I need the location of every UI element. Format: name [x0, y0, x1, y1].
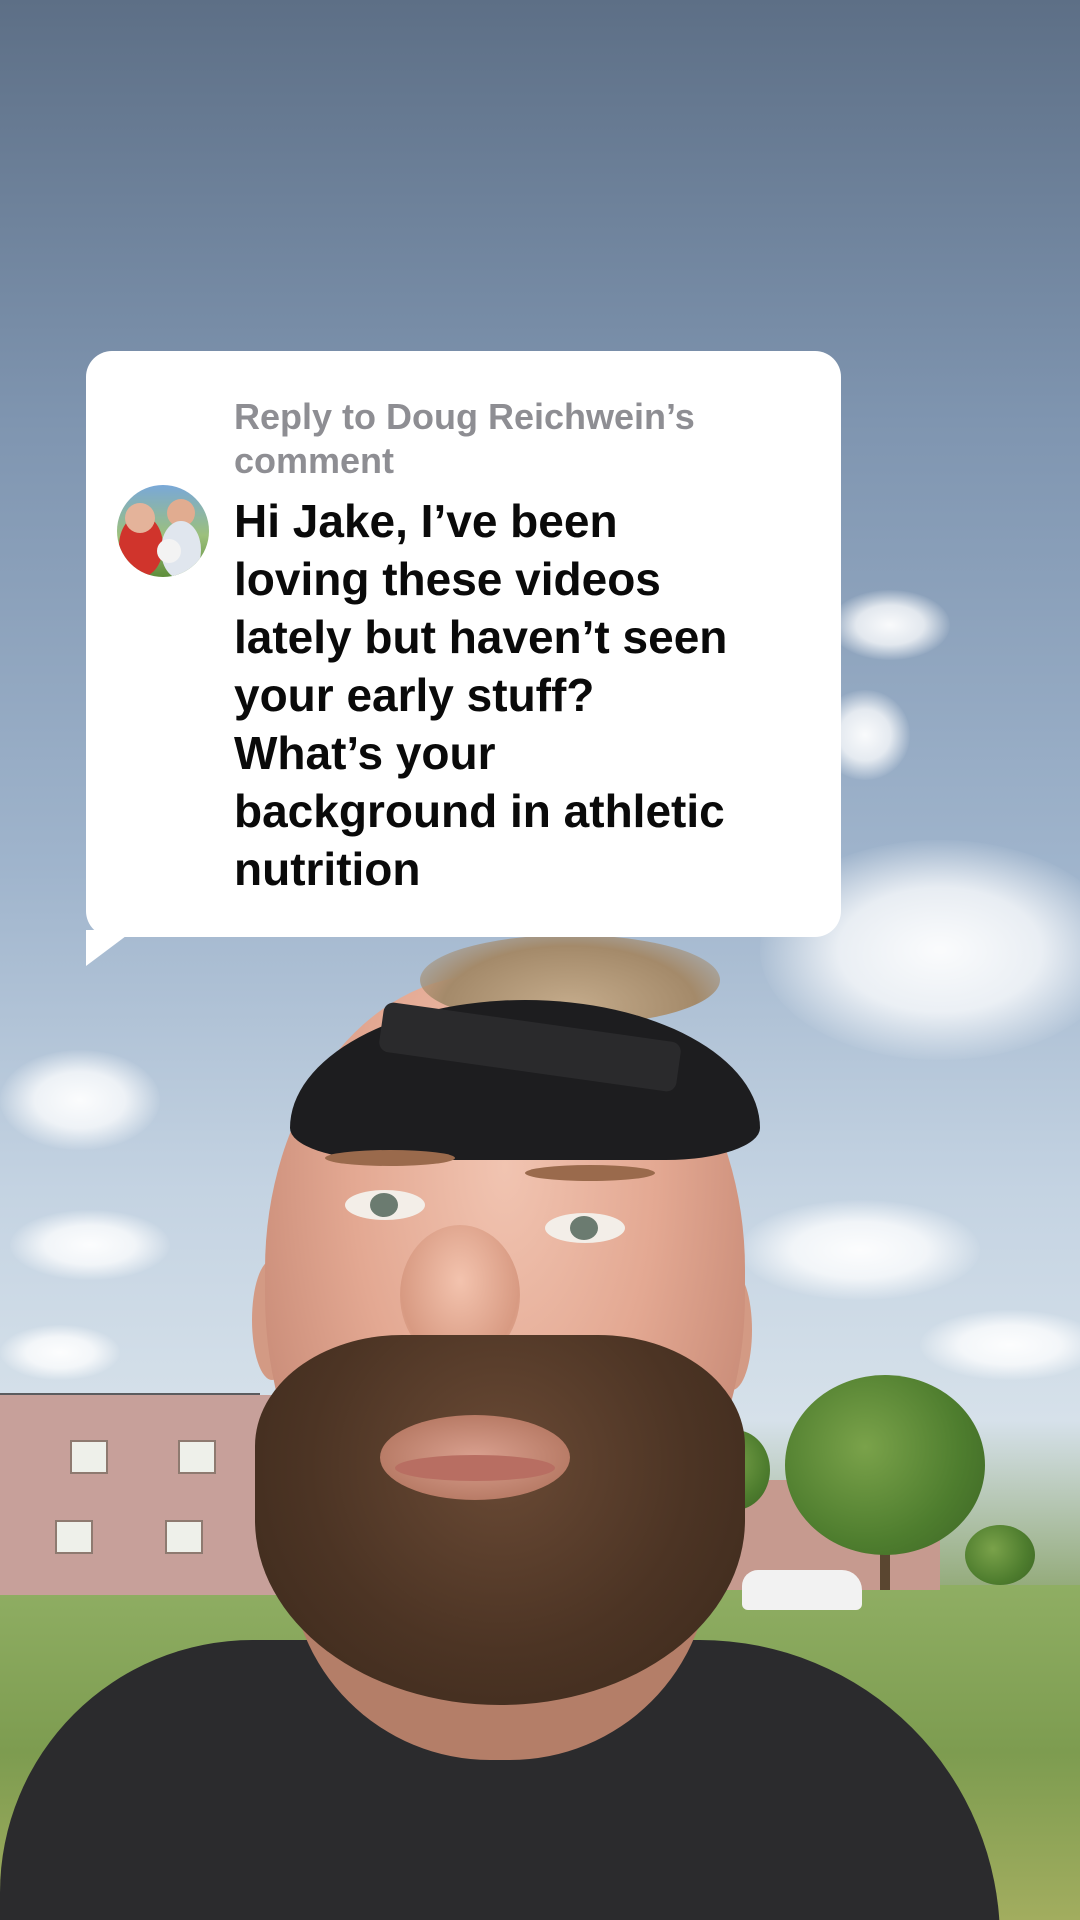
cloud [740, 1200, 980, 1300]
avatar-child [157, 539, 181, 563]
comment-bubble-tail [86, 930, 134, 966]
right-eye [545, 1213, 625, 1243]
parked-car [742, 1570, 862, 1610]
lips [395, 1455, 555, 1481]
video-frame[interactable]: Reply to Doug Reichwein’s comment Hi Jak… [0, 0, 1080, 1920]
right-eyebrow [525, 1165, 655, 1181]
beard [255, 1335, 745, 1705]
left-eye [345, 1190, 425, 1220]
building-window [165, 1520, 203, 1554]
left-eyebrow [325, 1150, 455, 1166]
cloud [0, 1050, 160, 1150]
tree [965, 1525, 1035, 1585]
cloud [920, 1310, 1080, 1380]
building-window [70, 1440, 108, 1474]
reply-to-label: Reply to Doug Reichwein’s comment [234, 396, 695, 481]
cloud [830, 590, 950, 660]
profile-avatar-icon[interactable] [117, 485, 209, 577]
avatar-person [125, 503, 155, 533]
cloud [0, 1325, 120, 1380]
comment-text: Hi Jake, I’ve been loving these videos l… [234, 495, 728, 895]
tree [785, 1375, 985, 1555]
cloud [10, 1210, 170, 1280]
building-window [55, 1520, 93, 1554]
building-window [178, 1440, 216, 1474]
